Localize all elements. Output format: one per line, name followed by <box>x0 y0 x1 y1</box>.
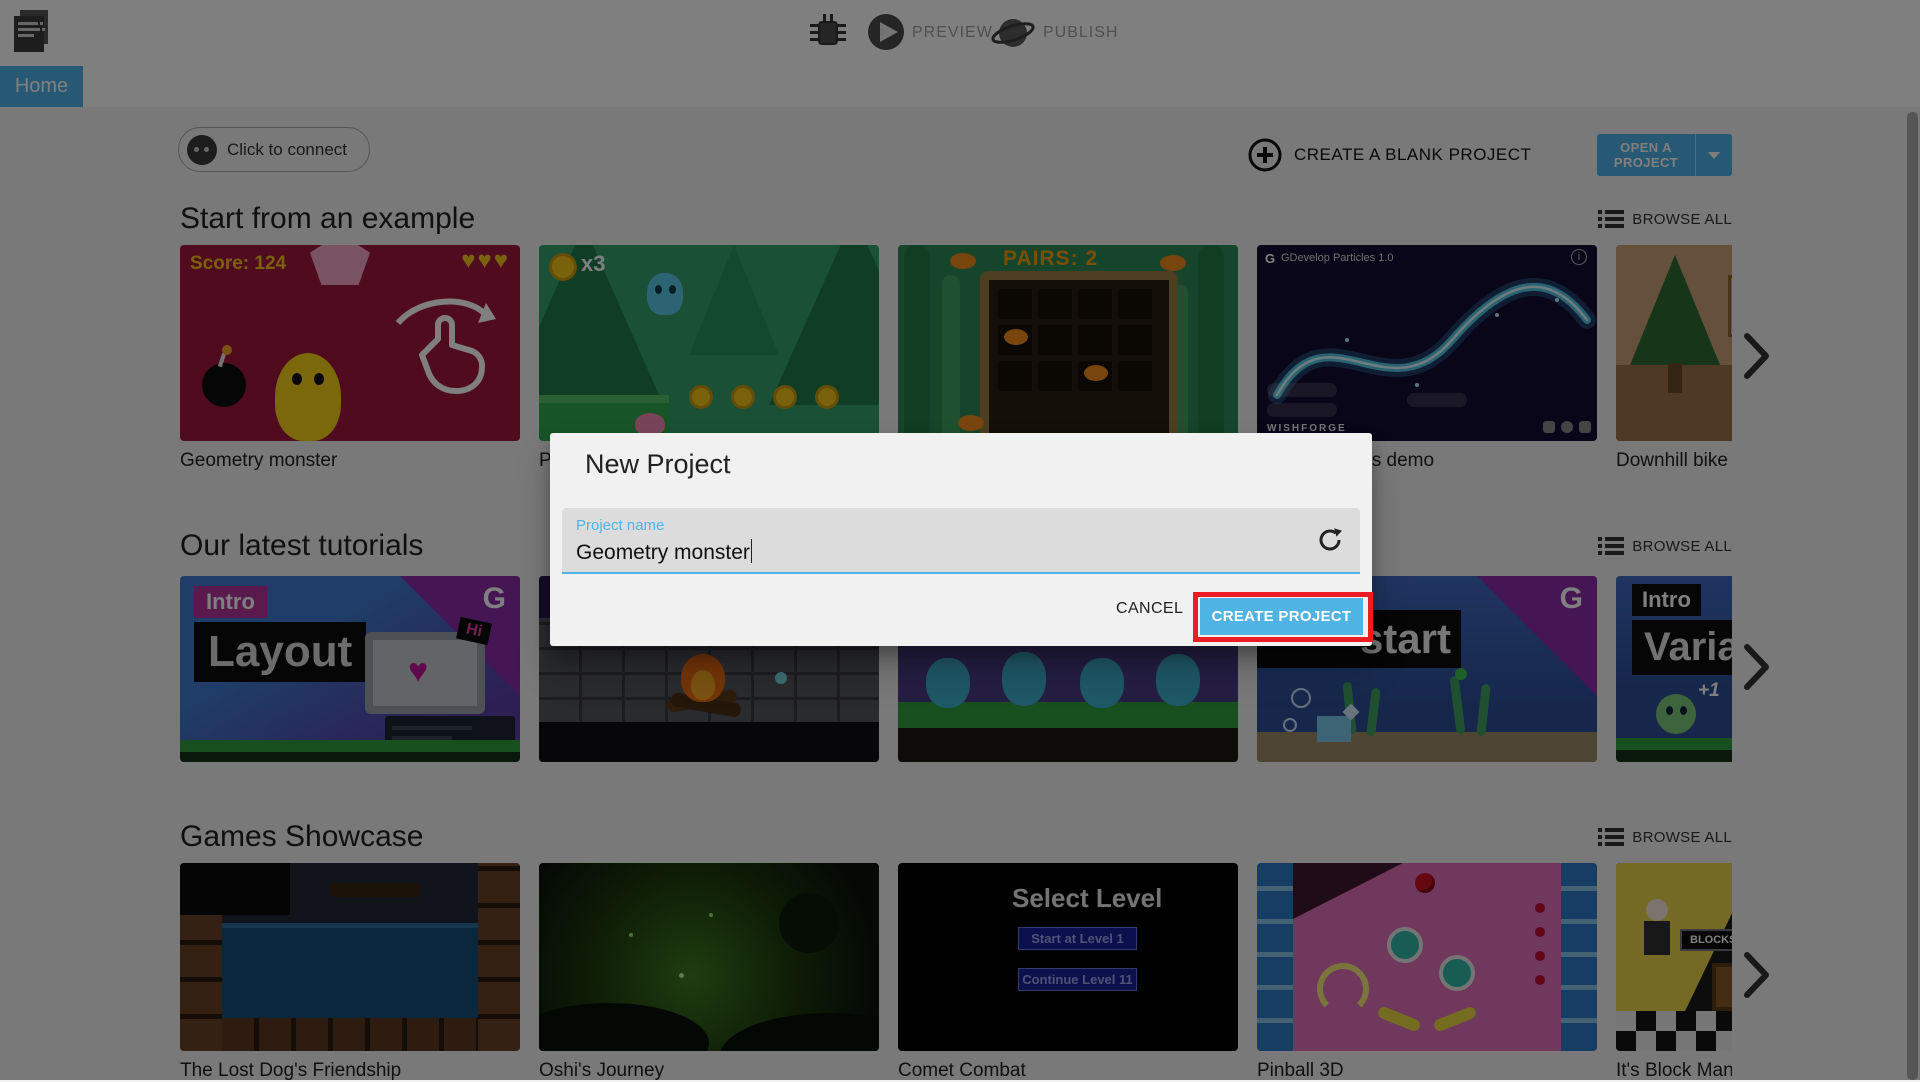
dialog-title: New Project <box>585 449 731 479</box>
refresh-icon[interactable] <box>1316 526 1344 554</box>
cancel-button[interactable]: CANCEL <box>1110 599 1189 619</box>
annotation-highlight-box <box>1193 592 1373 642</box>
project-name-label: Project name <box>576 517 665 534</box>
project-name-input[interactable]: Project name Geometry monster <box>562 508 1360 574</box>
text-cursor <box>750 539 753 563</box>
project-name-value: Geometry monster <box>576 539 753 565</box>
